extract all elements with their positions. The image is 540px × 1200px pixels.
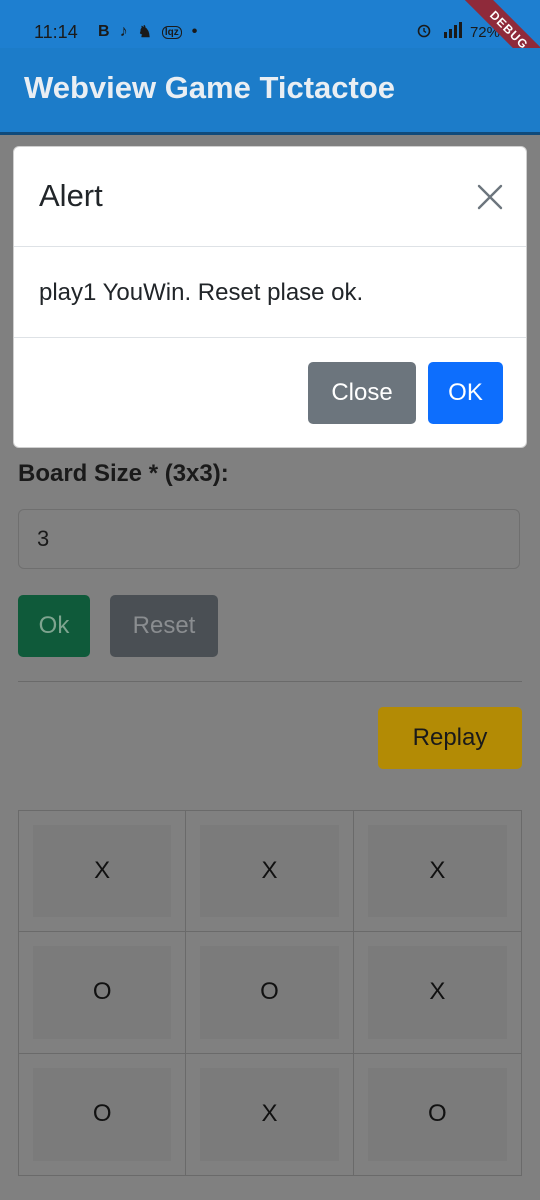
modal-body: play1 YouWin. Reset plase ok. <box>14 247 526 338</box>
modal-header: Alert <box>14 147 526 247</box>
signal-icon <box>440 22 462 42</box>
app-bar: Webview Game Tictactoe <box>0 48 540 135</box>
board-cell[interactable]: O <box>354 1054 521 1175</box>
notification-icons: B ♪ ♞ lqz • <box>98 22 197 42</box>
cell-mark: X <box>33 825 172 918</box>
board-cell[interactable]: X <box>19 811 187 933</box>
board-cell[interactable]: X <box>186 1053 354 1175</box>
modal-title: Alert <box>39 178 103 213</box>
cell-mark: X <box>200 825 339 918</box>
status-bar: 11:14 B ♪ ♞ lqz • 72% DEBUG <box>0 0 540 84</box>
cell-mark: O <box>33 1067 172 1161</box>
app-title: Webview Game Tictactoe <box>24 70 396 105</box>
notification-icon-1: B <box>98 23 110 40</box>
status-right: 72% <box>416 22 500 42</box>
alarm-icon <box>416 22 432 42</box>
modal-close-button[interactable]: Close <box>308 362 416 424</box>
board-cell[interactable]: O <box>19 1053 187 1175</box>
board-cell[interactable]: X <box>186 811 354 933</box>
alert-modal: Alert play1 YouWin. Reset plase ok. Clos… <box>13 146 527 448</box>
modal-ok-button[interactable]: OK <box>428 362 503 424</box>
cell-mark: X <box>200 1067 339 1161</box>
cell-mark: X <box>367 825 507 918</box>
cell-mark: O <box>33 946 172 1039</box>
replay-button[interactable]: Replay <box>378 707 522 769</box>
notification-dot: • <box>191 23 198 40</box>
notification-icon-4: lqz <box>161 25 182 39</box>
board-cell[interactable]: O <box>19 932 187 1054</box>
cell-mark: X <box>367 946 507 1039</box>
divider <box>18 681 522 682</box>
game-board: X X X O O X O X O <box>18 810 522 1176</box>
board-cell[interactable]: X <box>353 932 521 1054</box>
notification-icon-2: ♪ <box>119 23 128 40</box>
cell-mark: O <box>367 1067 507 1161</box>
board-size-label: Board Size * (3x3): <box>18 460 229 487</box>
board-cell[interactable]: X <box>353 811 521 933</box>
cell-mark: O <box>200 946 339 1039</box>
board-size-input[interactable]: 3 <box>18 509 520 569</box>
notification-icon-3: ♞ <box>137 24 152 41</box>
ok-button[interactable]: Ok <box>18 595 90 657</box>
status-time: 11:14 <box>34 22 78 42</box>
reset-button[interactable]: Reset <box>110 595 218 657</box>
modal-message: play1 YouWin. Reset plase ok. <box>39 279 364 306</box>
close-icon[interactable] <box>476 183 504 211</box>
board-cell[interactable]: O <box>186 932 354 1054</box>
